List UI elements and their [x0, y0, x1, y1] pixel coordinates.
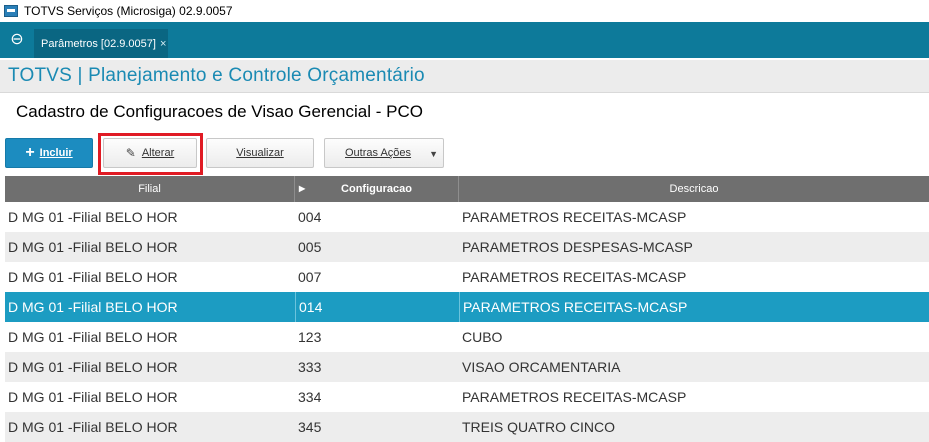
cell-filial: D MG 01 -Filial BELO HOR: [8, 209, 178, 225]
module-header: TOTVS | Planejamento e Controle Orçament…: [0, 60, 929, 93]
column-header-descricao[interactable]: Descricao: [459, 176, 929, 202]
cell-configuracao: 123: [298, 329, 322, 345]
cell-configuracao: 005: [298, 239, 322, 255]
outras-acoes-button[interactable]: Outras Ações ▼: [324, 138, 444, 168]
table-row[interactable]: D MG 01 -Filial BELO HOR 007 PARAMETROS RE…: [5, 262, 929, 292]
page-title: Cadastro de Configuracoes de Visao Geren…: [16, 102, 423, 121]
cell-descricao: TREIS QUATRO CINCO: [462, 419, 615, 435]
table-row[interactable]: D MG 01 -Filial BELO HOR 014 PARAMETROS RE…: [5, 292, 929, 322]
plus-icon: +: [25, 144, 35, 161]
highlight-box: [98, 133, 203, 175]
cell-configuracao: 334: [298, 389, 322, 405]
grid-header: Filial ▶ Configuracao Descricao: [5, 176, 929, 202]
cell-descricao: PARAMETROS RECEITAS-MCASP: [462, 269, 687, 285]
window-titlebar: TOTVS Serviços (Microsiga) 02.9.0057: [0, 0, 929, 22]
cell-filial: D MG 01 -Filial BELO HOR: [8, 389, 178, 405]
table-row[interactable]: D MG 01 -Filial BELO HOR 345 TREIS QUATRO …: [5, 412, 929, 442]
incluir-label: Incluir: [39, 147, 73, 159]
cell-descricao: PARAMETROS RECEITAS-MCASP: [462, 389, 687, 405]
cell-configuracao: 014: [295, 292, 459, 322]
incluir-button[interactable]: + Incluir: [5, 138, 93, 168]
column-header-configuracao[interactable]: ▶ Configuracao: [295, 176, 459, 202]
visualizar-button[interactable]: Visualizar: [206, 138, 314, 168]
data-grid: Filial ▶ Configuracao Descricao D MG 01 …: [5, 176, 929, 442]
table-row[interactable]: D MG 01 -Filial BELO HOR 334 PARAMETROS RE…: [5, 382, 929, 412]
cell-filial: D MG 01 -Filial BELO HOR: [8, 239, 178, 255]
module-title: TOTVS | Planejamento e Controle Orçament…: [8, 65, 425, 86]
table-row[interactable]: D MG 01 -Filial BELO HOR 004 PARAMETROS RE…: [5, 202, 929, 232]
tab-parametros[interactable]: Parâmetros [02.9.0057] ×: [34, 29, 168, 58]
outras-acoes-label: Outras Ações: [345, 147, 412, 159]
sort-indicator-icon: ▶: [299, 184, 306, 193]
cell-configuracao: 007: [298, 269, 322, 285]
cell-configuracao: 333: [298, 359, 322, 375]
cell-configuracao: 004: [298, 209, 322, 225]
cell-descricao: PARAMETROS RECEITAS-MCASP: [459, 292, 929, 322]
grid-body: D MG 01 -Filial BELO HOR 004 PARAMETROS RE…: [5, 202, 929, 442]
table-row[interactable]: D MG 01 -Filial BELO HOR 333 VISAO ORCAMEN…: [5, 352, 929, 382]
cell-filial: D MG 01 -Filial BELO HOR: [8, 329, 178, 345]
app-window-icon: [4, 5, 18, 17]
tab-bar: ⊖ Parâmetros [02.9.0057] ×: [0, 22, 929, 58]
chevron-down-icon: ▼: [429, 149, 438, 159]
column-header-configuracao-label: Configuracao: [341, 183, 412, 195]
cell-filial: D MG 01 -Filial BELO HOR: [8, 299, 178, 315]
visualizar-label: Visualizar: [236, 147, 284, 159]
close-icon[interactable]: ×: [160, 38, 166, 50]
cell-filial: D MG 01 -Filial BELO HOR: [8, 269, 178, 285]
table-row[interactable]: D MG 01 -Filial BELO HOR 123 CUBO: [5, 322, 929, 352]
cell-filial: D MG 01 -Filial BELO HOR: [8, 419, 178, 435]
cell-descricao: PARAMETROS DESPESAS-MCASP: [462, 239, 693, 255]
cell-descricao: PARAMETROS RECEITAS-MCASP: [462, 209, 687, 225]
totvs-logo-icon[interactable]: ⊖: [8, 31, 26, 49]
tab-label: Parâmetros [02.9.0057]: [41, 37, 156, 50]
cell-descricao: VISAO ORCAMENTARIA: [462, 359, 621, 375]
table-row[interactable]: D MG 01 -Filial BELO HOR 005 PARAMETROS DE…: [5, 232, 929, 262]
column-header-filial[interactable]: Filial: [5, 176, 295, 202]
cell-configuracao: 345: [298, 419, 322, 435]
cell-filial: D MG 01 -Filial BELO HOR: [8, 359, 178, 375]
window-title: TOTVS Serviços (Microsiga) 02.9.0057: [24, 4, 233, 18]
cell-descricao: CUBO: [462, 329, 503, 345]
